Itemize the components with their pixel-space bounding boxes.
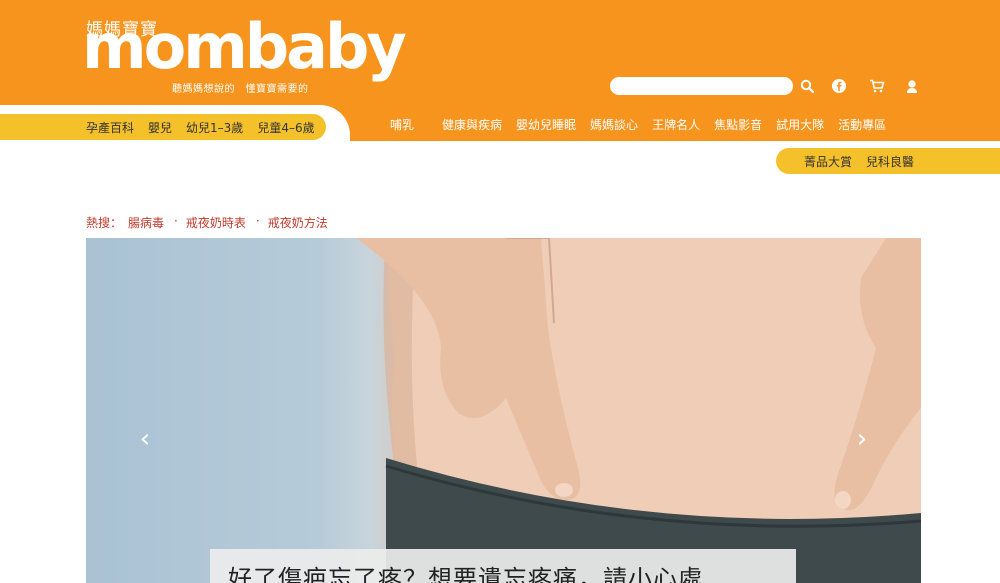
facebook-icon[interactable]	[830, 77, 848, 95]
hot-search-link[interactable]: 戒夜奶時表	[186, 214, 246, 231]
category-tab[interactable]: 幼兒1–3歲	[186, 119, 243, 136]
main-nav-item[interactable]: 媽媽談心	[590, 116, 638, 133]
carousel-prev-button[interactable]: ‹	[134, 424, 156, 454]
hot-search-label: 熱搜：	[86, 216, 123, 230]
separator-dot: ·	[174, 214, 178, 228]
category-tab[interactable]: 嬰兒	[148, 119, 172, 136]
logo-wordmark[interactable]: mombaby	[82, 16, 407, 78]
user-icon[interactable]	[903, 77, 921, 95]
main-nav-item[interactable]: 嬰幼兒睡眠	[516, 116, 576, 133]
main-nav-item[interactable]: 焦點影音	[714, 116, 762, 133]
search-icon[interactable]	[798, 77, 816, 95]
hot-search-link[interactable]: 腸病毒	[128, 214, 164, 231]
hot-search-bar: 熱搜： 腸病毒 · 戒夜奶時表 · 戒夜奶方法	[86, 214, 334, 231]
carousel-next-button[interactable]: ›	[851, 424, 873, 454]
sub-tab[interactable]: 兒科良醫	[866, 153, 914, 170]
hot-search-link[interactable]: 戒夜奶方法	[268, 214, 328, 231]
main-nav-item[interactable]: 哺乳	[390, 116, 414, 133]
logo-tagline: 聽媽媽想說的 懂寶寶需要的	[172, 84, 309, 95]
main-nav-item[interactable]: 試用大隊	[776, 116, 824, 133]
sub-tabs: 菁品大賞 兒科良醫	[776, 148, 1000, 174]
hero-carousel-image[interactable]	[86, 238, 921, 583]
separator-dot: ·	[255, 214, 260, 228]
category-tab[interactable]: 孕產百科	[86, 119, 134, 136]
belly-photo-illustration	[356, 238, 921, 583]
main-nav-item[interactable]: 活動專區	[838, 116, 886, 133]
search-input[interactable]	[610, 77, 793, 95]
carousel-caption-text: 好了傷疤忘了疼？想要遺忘疼痛，請小心處	[228, 565, 703, 583]
category-tab[interactable]: 兒童4–6歲	[257, 119, 314, 136]
main-nav: 哺乳 健康與疾病 嬰幼兒睡眠 媽媽談心 王牌名人 焦點影音 試用大隊 活動專區	[378, 116, 900, 133]
category-tabs: 孕產百科 嬰兒 幼兒1–3歲 兒童4–6歲	[0, 114, 326, 140]
cart-icon[interactable]	[868, 77, 886, 95]
carousel-caption[interactable]: 好了傷疤忘了疼？想要遺忘疼痛，請小心處	[210, 549, 796, 583]
sub-tab[interactable]: 菁品大賞	[804, 153, 852, 170]
main-nav-item[interactable]: 健康與疾病	[442, 116, 502, 133]
main-nav-item[interactable]: 王牌名人	[652, 116, 700, 133]
